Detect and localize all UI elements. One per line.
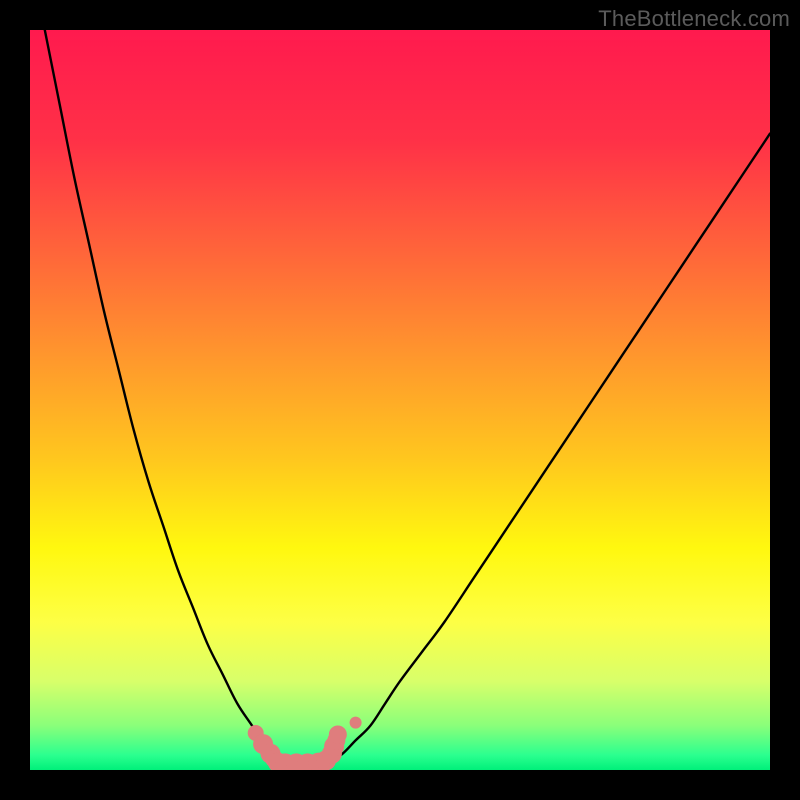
chart-svg: [30, 30, 770, 770]
marker-point: [329, 725, 347, 743]
marker-group-isolated-point: [350, 717, 362, 729]
watermark-text: TheBottleneck.com: [598, 6, 790, 32]
chart-frame: TheBottleneck.com: [0, 0, 800, 800]
marker-point: [350, 717, 362, 729]
gradient-background: [30, 30, 770, 770]
plot-area: [30, 30, 770, 770]
